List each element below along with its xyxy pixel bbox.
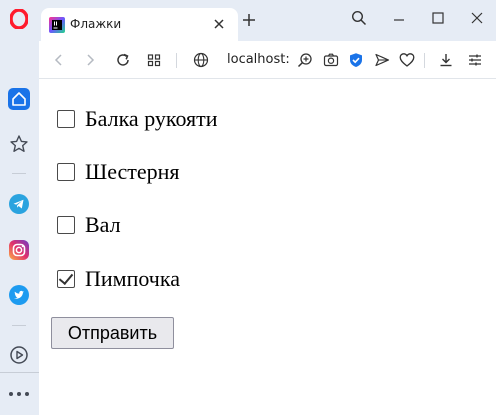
window-close-icon[interactable]: [469, 10, 485, 26]
checkbox-label-2[interactable]: Шестерня: [85, 159, 180, 185]
checkbox-2[interactable]: [57, 163, 75, 181]
globe-icon[interactable]: [192, 51, 210, 69]
checkbox-label-1[interactable]: Балка рукояти: [85, 106, 218, 132]
tab-title: Флажки: [70, 17, 122, 31]
toolbar-separator: [176, 53, 177, 68]
submit-button[interactable]: Отправить: [51, 317, 174, 349]
twitter-icon[interactable]: [8, 284, 30, 306]
star-icon[interactable]: [8, 133, 30, 155]
address-bar: localhost:: [39, 41, 496, 79]
home-icon[interactable]: [8, 88, 30, 110]
toolbar-separator: [424, 53, 425, 68]
telegram-icon[interactable]: [8, 193, 30, 215]
settings-icon[interactable]: [466, 51, 484, 69]
shield-icon[interactable]: [347, 51, 365, 69]
download-icon[interactable]: [437, 51, 455, 69]
checkbox-label-3[interactable]: Вал: [85, 212, 121, 238]
checkbox-row-2: Шестерня: [57, 159, 180, 185]
minimize-icon[interactable]: [391, 10, 407, 26]
camera-icon[interactable]: [322, 51, 340, 69]
checkbox-row-1: Балка рукояти: [57, 106, 218, 132]
tabs-grid-icon[interactable]: [145, 51, 163, 69]
search-icon[interactable]: [351, 10, 367, 26]
page-content: Балка рукояти Шестерня Вал Пимпочка Отпр…: [39, 80, 496, 415]
checkbox-row-4: Пимпочка: [57, 266, 180, 292]
more-icon[interactable]: [9, 390, 29, 398]
play-icon[interactable]: [8, 344, 30, 366]
send-icon[interactable]: [373, 51, 391, 69]
plus-icon[interactable]: [241, 12, 257, 28]
checkbox-label-4[interactable]: Пимпочка: [85, 266, 180, 292]
checkbox-3[interactable]: [57, 216, 75, 234]
sidebar-separator: [12, 325, 26, 326]
close-icon[interactable]: [211, 16, 227, 32]
zoom-icon[interactable]: [296, 51, 314, 69]
tab-bar: Флажки: [39, 0, 496, 41]
tab-active[interactable]: Флажки: [41, 8, 238, 41]
opera-logo-icon[interactable]: [8, 8, 30, 30]
opera-sidebar: [0, 0, 39, 415]
back-icon[interactable]: [50, 51, 68, 69]
url-text[interactable]: localhost:: [227, 52, 290, 67]
checkbox-row-3: Вал: [57, 212, 121, 238]
forward-icon[interactable]: [81, 51, 99, 69]
checkbox-4[interactable]: [57, 270, 75, 288]
heart-icon[interactable]: [398, 51, 416, 69]
instagram-icon[interactable]: [8, 239, 30, 261]
sidebar-separator: [12, 173, 26, 174]
sidebar-separator: [0, 372, 39, 373]
checkbox-1[interactable]: [57, 110, 75, 128]
reload-icon[interactable]: [114, 51, 132, 69]
jetbrains-favicon-icon: [49, 17, 65, 33]
maximize-icon[interactable]: [430, 10, 446, 26]
